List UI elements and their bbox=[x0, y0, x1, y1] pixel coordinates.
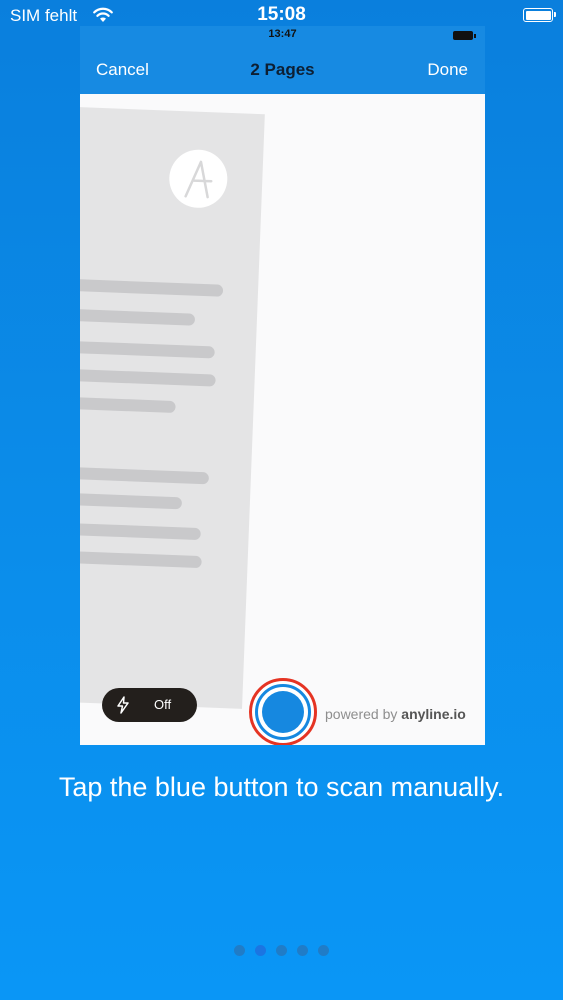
page-indicator[interactable] bbox=[0, 945, 563, 956]
scan-button-ring bbox=[255, 684, 311, 740]
flash-toggle[interactable]: Off bbox=[102, 688, 197, 722]
document-line bbox=[80, 465, 210, 485]
anyline-logo bbox=[168, 148, 229, 209]
scan-button[interactable] bbox=[249, 678, 317, 745]
page-dot[interactable] bbox=[318, 945, 329, 956]
scan-button-core bbox=[262, 691, 304, 733]
page-dot-active[interactable] bbox=[255, 945, 266, 956]
battery-icon bbox=[523, 8, 556, 22]
powered-by-prefix: powered by bbox=[325, 706, 402, 722]
document-line bbox=[80, 549, 202, 569]
scanner-preview: 13:47 Cancel 2 Pages Done Off powered by… bbox=[80, 26, 485, 745]
document-line bbox=[80, 491, 183, 510]
inner-status-time: 13:47 bbox=[268, 28, 297, 40]
onboarding-caption: Tap the blue button to scan manually. bbox=[58, 772, 505, 802]
page-dot[interactable] bbox=[297, 945, 308, 956]
page-dot[interactable] bbox=[234, 945, 245, 956]
flash-state-label: Off bbox=[154, 697, 172, 712]
document-line bbox=[80, 521, 201, 541]
document-line bbox=[80, 339, 215, 359]
document-line bbox=[80, 367, 216, 387]
inner-status-bar: 13:47 bbox=[80, 26, 485, 46]
document-line bbox=[80, 395, 176, 414]
inner-battery-icon bbox=[453, 31, 476, 40]
document-line bbox=[80, 307, 196, 326]
brand-name: anyline.io bbox=[401, 706, 466, 722]
page-title: 2 Pages bbox=[250, 60, 315, 79]
page-dot[interactable] bbox=[276, 945, 287, 956]
navigation-bar: Cancel 2 Pages Done bbox=[80, 46, 485, 94]
done-button[interactable]: Done bbox=[427, 60, 468, 80]
status-time: 15:08 bbox=[257, 4, 306, 25]
logo-a-icon bbox=[184, 160, 213, 199]
document-line bbox=[80, 277, 224, 297]
flash-icon bbox=[117, 696, 129, 714]
document-illustration bbox=[80, 106, 265, 709]
powered-by-label: powered by anyline.io bbox=[325, 706, 466, 722]
